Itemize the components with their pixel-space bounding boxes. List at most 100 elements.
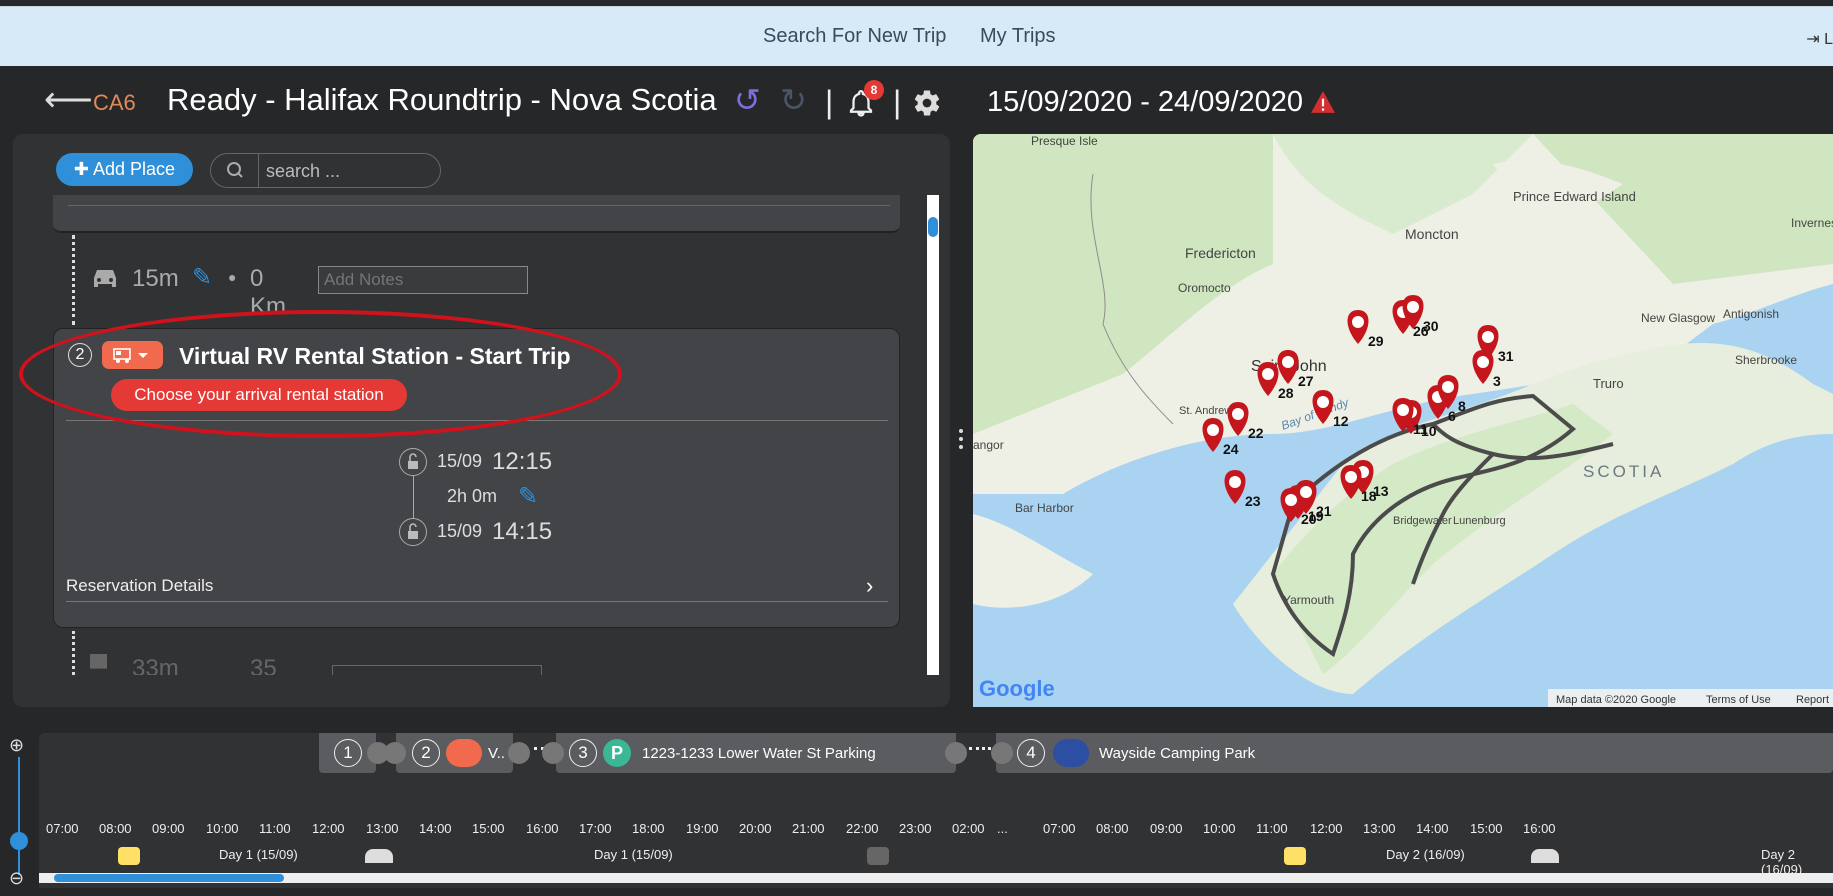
stay-duration: 2h 0m: [447, 486, 498, 506]
end-date: 15/09: [437, 521, 483, 541]
zoom-slider-handle[interactable]: [10, 832, 28, 850]
previous-place-card[interactable]: [53, 195, 900, 233]
timeline-tick-label: 11:00: [1256, 821, 1288, 836]
transit-duration: 33m: [132, 655, 179, 675]
map-label: Bridgewater: [1393, 515, 1452, 527]
map-label: Moncton: [1405, 226, 1459, 242]
warning-icon[interactable]: [1310, 90, 1336, 114]
map-canvas[interactable]: Presque Isle Fredericton Oromocto Moncto…: [973, 134, 1833, 707]
dot-separator: ●: [228, 269, 237, 285]
route-connector: [72, 235, 75, 325]
timeline-item-number: 1: [334, 739, 362, 767]
cloud-icon: [1531, 849, 1559, 863]
search-icon[interactable]: [211, 154, 259, 187]
horizontal-scrollbar[interactable]: [39, 873, 1833, 883]
search-new-trip-link[interactable]: Search For New Trip: [763, 25, 946, 48]
terms-link[interactable]: Terms of Use: [1706, 694, 1771, 706]
divider: [68, 205, 890, 206]
drag-handle-icon[interactable]: [384, 742, 406, 764]
timeline-tick-label: 21:00: [792, 821, 825, 836]
map-pin-number: 27: [1298, 373, 1314, 389]
moon-icon: [867, 847, 889, 865]
timeline-tick-label: 17:00: [579, 821, 612, 836]
zoom-in-icon[interactable]: ⊕: [9, 735, 29, 755]
timeline-item-number: 3: [569, 739, 597, 767]
zoom-slider-track[interactable]: [18, 757, 20, 875]
timeline-item-label: Wayside Camping Park: [1099, 745, 1256, 762]
drag-handle-icon[interactable]: [542, 742, 564, 764]
logout-link[interactable]: ⇥ L: [1806, 29, 1833, 49]
google-logo: Google: [979, 676, 1055, 701]
chevron-right-icon[interactable]: ›: [866, 573, 873, 599]
map-label: Prince Edward Island: [1513, 189, 1636, 204]
map-pin-number: 21: [1316, 503, 1332, 519]
unlock-icon[interactable]: [399, 448, 427, 476]
map-label: Oromocto: [1178, 281, 1231, 295]
timeline-tick-label: 07:00: [46, 821, 79, 836]
logout-label: L: [1824, 31, 1833, 48]
map-label: Bar Harbor: [1015, 501, 1074, 515]
camping-icon: [1053, 739, 1089, 767]
my-trips-link[interactable]: My Trips: [980, 25, 1056, 48]
report-link[interactable]: Report: [1796, 694, 1829, 706]
notes-field[interactable]: [318, 266, 528, 294]
day-label: Day 1 (15/09): [219, 847, 298, 862]
rv-station-icon: [446, 739, 482, 767]
timeline-item-number: 2: [412, 739, 440, 767]
edit-pencil-icon[interactable]: ✎: [192, 263, 212, 292]
drag-handle-icon[interactable]: [991, 742, 1013, 764]
notes-field[interactable]: [332, 665, 542, 675]
map-label: New Glasgow: [1641, 311, 1715, 325]
timeline-tick-label: 23:00: [899, 821, 932, 836]
route-map[interactable]: Presque Isle Fredericton Oromocto Moncto…: [973, 134, 1833, 707]
drag-handle-icon[interactable]: [945, 742, 967, 764]
map-label: Sherbrooke: [1735, 353, 1797, 367]
map-label: Antigonish: [1723, 307, 1779, 321]
divider: |: [825, 84, 834, 120]
timeline-tick-label: 18:00: [632, 821, 665, 836]
vertical-scrollbar[interactable]: [927, 195, 939, 675]
map-pin-number: 12: [1333, 413, 1349, 429]
search-box: [210, 153, 441, 188]
add-place-label: Add Place: [93, 159, 176, 179]
divider: |: [893, 84, 902, 120]
map-pin-number: 22: [1248, 425, 1264, 441]
search-input[interactable]: [266, 160, 426, 182]
add-place-button[interactable]: ✚ Add Place: [56, 153, 193, 186]
timeline-tick-label: 09:00: [1150, 821, 1183, 836]
timeline-tick-label: 13:00: [366, 821, 399, 836]
panel-resize-handle[interactable]: [958, 428, 964, 450]
edit-pencil-icon[interactable]: ✎: [518, 482, 538, 511]
plus-icon: ✚: [73, 159, 94, 179]
reservation-details-link[interactable]: Reservation Details: [66, 576, 213, 596]
undo-icon[interactable]: ↺: [734, 84, 761, 116]
map-label: angor: [973, 438, 1004, 452]
timeline-tick-label: 15:00: [472, 821, 505, 836]
map-pin-number: 29: [1368, 333, 1384, 349]
itinerary-list[interactable]: 15m ✎ ● 0 Km 2 Virtual RV Rental Station…: [40, 195, 930, 675]
drag-handle-icon[interactable]: [508, 742, 530, 764]
timeline-tick-label: 09:00: [152, 821, 185, 836]
zoom-out-icon[interactable]: ⊖: [9, 868, 29, 888]
scrollbar-thumb[interactable]: [928, 217, 938, 237]
scrollbar-thumb[interactable]: [54, 874, 284, 882]
start-time[interactable]: 12:15: [492, 448, 552, 476]
timeline[interactable]: 1 2 V.. 3 P 1223-1233 Lower Water St Par…: [39, 733, 1833, 888]
timeline-item-label: V..: [488, 745, 505, 762]
redo-icon[interactable]: ↻: [780, 84, 807, 116]
page-title: Ready - Halifax Roundtrip - Nova Scotia: [167, 82, 717, 117]
map-pin-number: 3: [1493, 373, 1501, 389]
sun-icon: [1284, 847, 1306, 865]
end-time[interactable]: 14:15: [492, 518, 552, 546]
divider: [66, 601, 888, 602]
back-arrow-icon[interactable]: ⟵: [44, 83, 93, 117]
unlock-icon[interactable]: [399, 518, 427, 546]
timeline-tick-label: 02:00: [952, 821, 985, 836]
timeline-tick-label: 16:00: [1523, 821, 1556, 836]
sun-icon: [118, 847, 140, 865]
gear-icon[interactable]: [912, 88, 942, 123]
timeline-tick-label: 08:00: [99, 821, 132, 836]
timeline-tick-label: 11:00: [259, 821, 291, 836]
map-pin-number: 28: [1278, 385, 1294, 401]
map-pin-number: 20: [1301, 511, 1317, 527]
